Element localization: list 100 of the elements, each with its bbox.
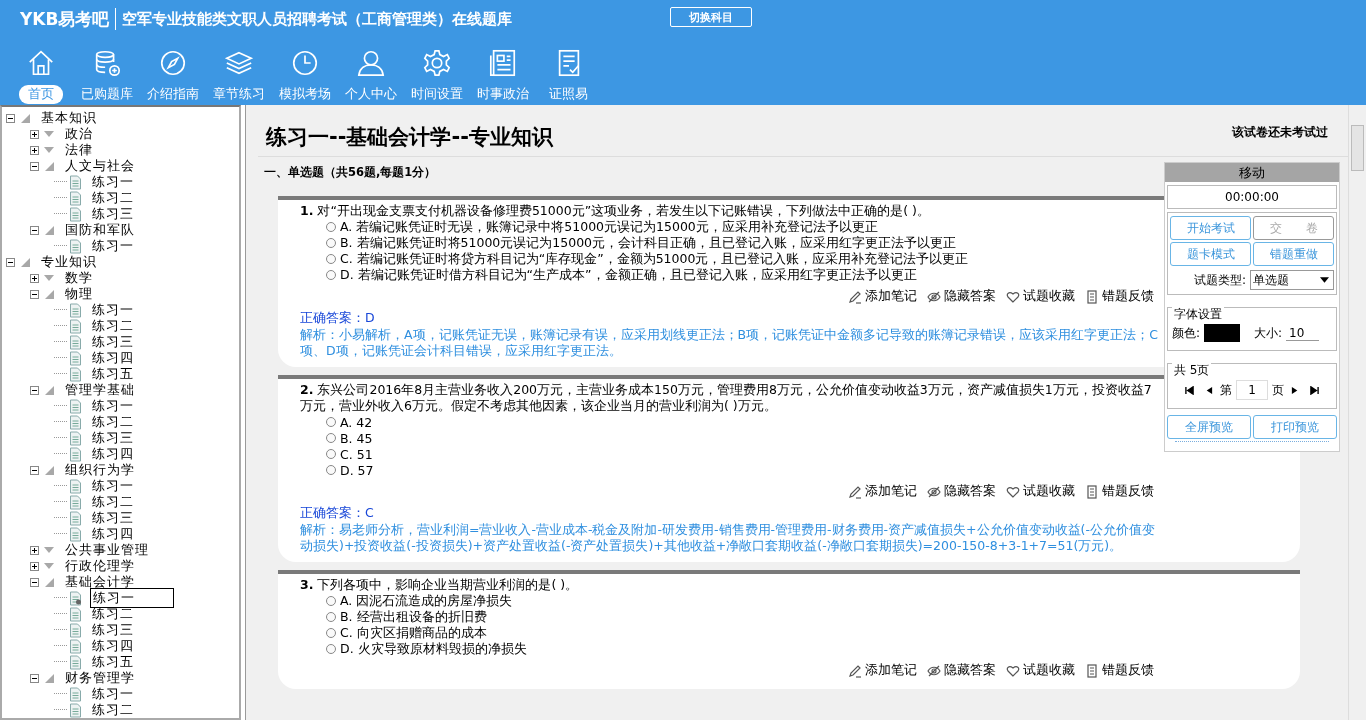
expander-toggle[interactable] (30, 145, 39, 155)
action-link[interactable]: 添加笔记 (865, 662, 917, 679)
document-icon (69, 318, 82, 334)
document-icon (69, 190, 82, 206)
expander-toggle[interactable] (30, 673, 39, 683)
expander-toggle[interactable] (30, 273, 39, 283)
radio-button[interactable] (326, 449, 336, 459)
first-page-icon[interactable] (1185, 385, 1194, 395)
document-icon (69, 414, 82, 430)
document-icon (69, 398, 82, 414)
color-swatch[interactable] (1204, 324, 1241, 342)
expander-toggle[interactable] (6, 113, 15, 123)
paper-title: 练习一--基础会计学--专业知识 (266, 124, 553, 151)
settings-icon[interactable] (421, 48, 452, 78)
radio-button[interactable] (326, 612, 336, 622)
radio-button[interactable] (326, 417, 336, 427)
radio-button[interactable] (326, 270, 336, 280)
action-link[interactable]: 错题反馈 (1102, 662, 1154, 679)
list-icon[interactable] (1085, 484, 1099, 499)
answer-analysis: 解析：易老师分析，营业利润=营业收入-营业成本-税金及附加-研发费用-销售费用-管理费用-财务费用-资产减值损失+公允价值变动收益(-公允价值变动损失)+投资收益(-投资损失)+资产处置收益(-资产处置损失)+其他收益+净敞口套期收益(-净敞口套期损失)=200-150-8+3-1+7=51(万元)。 (300, 522, 1156, 554)
document-icon (69, 478, 82, 494)
option-label[interactable]: A. 若编记账凭证时无误，账簿记录中将51000元误记为15000元，应采用补充登记法予以更正 (340, 218, 878, 236)
radio-button[interactable] (326, 433, 336, 443)
action-link[interactable]: 隐藏答案 (944, 288, 996, 305)
expander-toggle[interactable] (30, 161, 39, 171)
heart-icon[interactable] (1006, 289, 1020, 304)
font-size-field[interactable]: 10 (1286, 325, 1320, 341)
heart-icon[interactable] (1006, 484, 1020, 499)
option-label[interactable]: C. 若编记账凭证时将贷方科目记为“库存现金”，金额为51000元，且已登记入账，应采用补充登记法予以更正 (340, 250, 969, 268)
document-icon (69, 302, 82, 318)
radio-button[interactable] (326, 596, 336, 606)
next-page-icon[interactable] (1291, 385, 1300, 395)
document-icon (69, 494, 82, 510)
triangle-icon (43, 288, 55, 300)
action-link[interactable]: 试题收藏 (1023, 288, 1075, 305)
pencil-icon[interactable] (848, 289, 862, 304)
option-label[interactable]: D. 若编记账凭证时借方科目记为“生产成本”，金额正确，且已登记入账，应采用红字更正法予以更正 (340, 266, 917, 284)
option-label[interactable]: D. 火灾导致原材料毁损的净损失 (340, 640, 527, 658)
action-link[interactable]: 错题反馈 (1102, 288, 1154, 305)
question-text: 1. 对“开出现金支票支付机器设备修理费51000元”这项业务，若发生以下记账错误，下列做法中正确的是( )。 (300, 203, 931, 219)
eye-icon[interactable] (927, 484, 941, 499)
radio-button[interactable] (326, 222, 336, 232)
newspaper-icon[interactable] (487, 48, 518, 78)
action-link[interactable]: 试题收藏 (1023, 662, 1075, 679)
triangle-icon (43, 384, 55, 396)
document-icon (69, 350, 82, 366)
option-label[interactable]: B. 45 (340, 430, 373, 446)
scroll-thumb[interactable] (1351, 125, 1364, 171)
option-label[interactable]: C. 向灾区捐赠商品的成本 (340, 624, 487, 642)
action-link[interactable]: 错题反馈 (1102, 483, 1154, 500)
option-label[interactable]: B. 经营出租设备的折旧费 (340, 608, 487, 626)
action-link[interactable]: 隐藏答案 (944, 483, 996, 500)
heart-icon[interactable] (1006, 663, 1020, 678)
action-link[interactable]: 隐藏答案 (944, 662, 996, 679)
previous-page-icon[interactable] (1204, 385, 1213, 395)
list-icon[interactable] (1085, 289, 1099, 304)
expander-toggle[interactable] (30, 289, 39, 299)
expander-toggle[interactable] (6, 257, 15, 267)
expander-toggle[interactable] (30, 577, 39, 587)
pencil-icon[interactable] (848, 484, 862, 499)
triangle-icon (19, 112, 31, 124)
triangle-icon (19, 256, 31, 268)
page-prefix: 第 (1220, 381, 1232, 399)
expander-toggle[interactable] (30, 465, 39, 475)
page-number-field[interactable]: 1 (1236, 380, 1268, 400)
action-link[interactable]: 试题收藏 (1023, 483, 1075, 500)
radio-button[interactable] (326, 254, 336, 264)
tree-item[interactable]: 练习一 (90, 588, 174, 608)
expander-toggle[interactable] (30, 561, 39, 571)
option-label[interactable]: C. 51 (340, 446, 373, 462)
document-icon (69, 638, 82, 654)
document-icon (69, 366, 82, 382)
document-icon (69, 606, 82, 622)
triangle-icon (43, 464, 55, 476)
action-link[interactable]: 添加笔记 (865, 288, 917, 305)
expander-toggle[interactable] (30, 225, 39, 235)
question-type-dropdown[interactable]: 单选题 (1250, 270, 1334, 290)
list-icon[interactable] (1085, 663, 1099, 678)
option-label[interactable]: A. 因泥石流造成的房屋净损失 (340, 592, 513, 610)
user-icon[interactable] (355, 48, 386, 78)
option-label[interactable]: B. 若编记账凭证时将51000元误记为15000元，会计科目正确，且已登记入账，应采用红字更正法予以更正 (340, 234, 957, 252)
expander-toggle[interactable] (30, 545, 39, 555)
eye-icon[interactable] (927, 289, 941, 304)
radio-button[interactable] (326, 644, 336, 654)
radio-button[interactable] (326, 465, 336, 475)
expander-toggle[interactable] (30, 129, 39, 139)
scrollbar[interactable] (1348, 105, 1366, 720)
question-text: 3. 下列各项中，影响企业当期营业利润的是( )。 (300, 577, 580, 593)
eye-icon[interactable] (927, 663, 941, 678)
expander-toggle[interactable] (30, 385, 39, 395)
pencil-icon[interactable] (848, 663, 862, 678)
option-label[interactable]: A. 42 (340, 414, 373, 430)
option-label[interactable]: D. 57 (340, 462, 374, 478)
radio-button[interactable] (326, 238, 336, 248)
document-icon (69, 702, 82, 718)
action-link[interactable]: 添加笔记 (865, 483, 917, 500)
question-text: 2. 东兴公司2016年8月主营业务收入200万元，主营业务成本150万元，管理费用8万元，公允价值变动收益3万元，资产减值损失1万元，投资收益7万元，营业外收入6万元。假定不考虑其他因素，该企业当月的营业利润为( )万元。 (300, 382, 1153, 414)
last-page-icon[interactable] (1310, 385, 1319, 395)
radio-button[interactable] (326, 628, 336, 638)
panel-title[interactable]: 移动 (1165, 163, 1339, 182)
